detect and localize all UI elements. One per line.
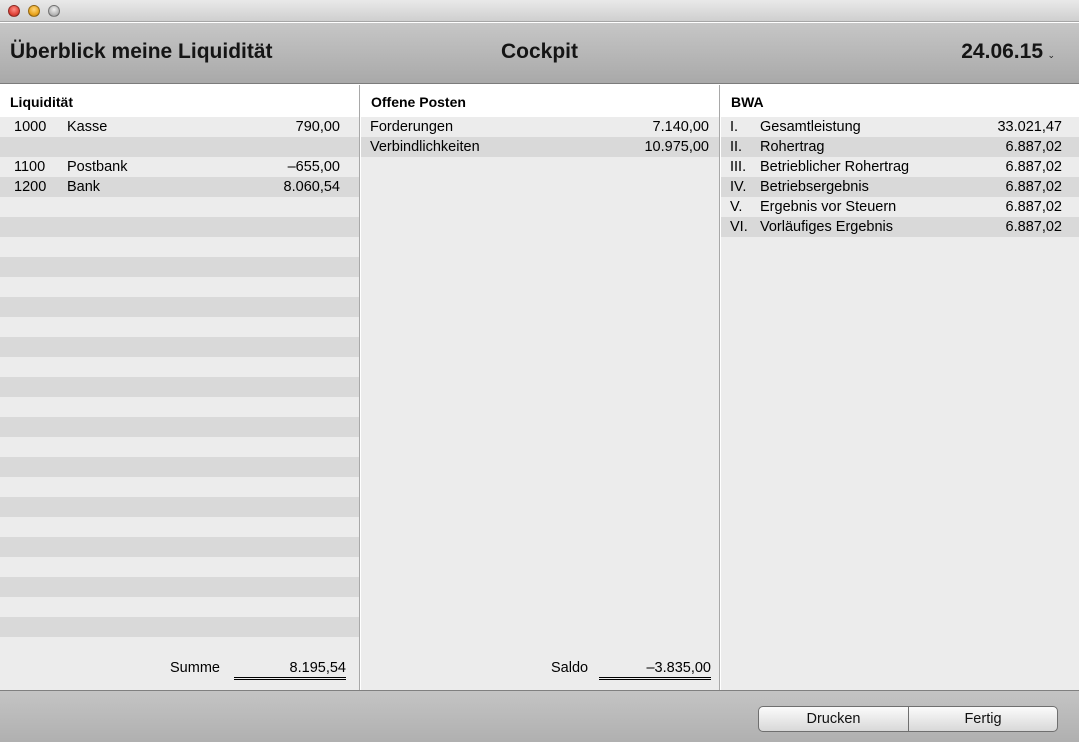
- empty-row: [0, 517, 359, 537]
- empty-row: [0, 297, 359, 317]
- account-amount: –655,00: [287, 159, 340, 175]
- empty-row: [0, 557, 359, 577]
- bwa-name: Vorläufiges Ergebnis: [760, 219, 893, 235]
- bwa-amount: 6.887,02: [1005, 199, 1062, 215]
- account-amount: 790,00: [295, 119, 340, 135]
- bwa-numeral: V.: [730, 199, 743, 215]
- bwa-amount: 33.021,47: [997, 119, 1062, 135]
- empty-row: [0, 317, 359, 337]
- header-bar: Überblick meine Liquidität Cockpit 24.06…: [0, 23, 1079, 84]
- list-item[interactable]: III. Betrieblicher Rohertrag 6.887,02: [721, 157, 1079, 177]
- zoom-window-button[interactable]: [48, 5, 60, 17]
- list-item[interactable]: Forderungen 7.140,00: [361, 117, 719, 137]
- bwa-list: I. Gesamtleistung 33.021,47 II. Rohertra…: [721, 117, 1079, 237]
- summe-label: Summe: [170, 660, 220, 676]
- bwa-amount: 6.887,02: [1005, 139, 1062, 155]
- account-name: Postbank: [67, 159, 128, 175]
- empty-row: [0, 637, 359, 657]
- bwa-name: Betrieblicher Rohertrag: [760, 159, 910, 175]
- list-item[interactable]: I. Gesamtleistung 33.021,47: [721, 117, 1079, 137]
- list-item[interactable]: Verbindlichkeiten 10.975,00: [361, 137, 719, 157]
- bwa-numeral: VI.: [730, 219, 748, 235]
- empty-row: [0, 597, 359, 617]
- list-item[interactable]: 1200 Bank 8.060,54: [0, 177, 359, 197]
- done-button[interactable]: Fertig: [908, 706, 1058, 732]
- empty-row: [0, 337, 359, 357]
- bwa-name: Betriebsergebnis: [760, 179, 869, 195]
- empty-row: [0, 477, 359, 497]
- bwa-name: Gesamtleistung: [760, 119, 861, 135]
- empty-row: [0, 377, 359, 397]
- liquiditaet-panel: Liquidität 1000 Kasse 790,00 1100 Postba…: [0, 85, 360, 690]
- offene-posten-heading: Offene Posten: [361, 85, 719, 117]
- empty-row: [0, 457, 359, 477]
- bwa-numeral: II.: [730, 139, 743, 155]
- bwa-numeral: III.: [730, 159, 747, 175]
- summe-value: 8.195,54: [234, 660, 346, 680]
- empty-row: [0, 497, 359, 517]
- bwa-panel: BWA I. Gesamtleistung 33.021,47 II. Rohe…: [721, 85, 1079, 690]
- empty-row: [0, 437, 359, 457]
- account-number: 1000: [14, 119, 47, 135]
- posten-amount: 7.140,00: [652, 119, 709, 135]
- account-number: 1100: [14, 159, 46, 175]
- posten-name: Verbindlichkeiten: [370, 139, 480, 155]
- posten-amount: 10.975,00: [644, 139, 709, 155]
- bwa-amount: 6.887,02: [1005, 219, 1062, 235]
- list-item[interactable]: [0, 137, 359, 157]
- account-number: 1200: [14, 179, 47, 195]
- window-titlebar: [0, 0, 1079, 22]
- empty-row: [0, 577, 359, 597]
- posten-name: Forderungen: [370, 119, 454, 135]
- footer-bar: Drucken Fertig: [0, 690, 1079, 742]
- bwa-amount: 6.887,02: [1005, 159, 1062, 175]
- empty-row: [0, 217, 359, 237]
- list-item[interactable]: 1000 Kasse 790,00: [0, 117, 359, 137]
- bwa-name: Ergebnis vor Steuern: [760, 199, 897, 215]
- list-item[interactable]: 1100 Postbank –655,00: [0, 157, 359, 177]
- saldo-value: –3.835,00: [599, 660, 711, 680]
- account-name: Bank: [67, 179, 101, 195]
- empty-row: [0, 397, 359, 417]
- liquiditaet-heading: Liquidität: [0, 85, 359, 117]
- list-item[interactable]: II. Rohertrag 6.887,02: [721, 137, 1079, 157]
- saldo-label: Saldo: [551, 660, 589, 676]
- date-selector[interactable]: 24.06.15: [961, 40, 1043, 64]
- offene-posten-panel: Offene Posten Forderungen 7.140,00 Verbi…: [361, 85, 720, 690]
- cockpit-title: Cockpit: [500, 40, 578, 63]
- empty-row: [0, 617, 359, 637]
- empty-row: [0, 197, 359, 217]
- account-name: Kasse: [67, 119, 108, 135]
- empty-row: [0, 237, 359, 257]
- liquiditaet-list: 1000 Kasse 790,00 1100 Postbank –655,00 …: [0, 117, 359, 657]
- bwa-name: Rohertrag: [760, 139, 825, 155]
- chevron-down-icon[interactable]: ⌄: [1047, 50, 1055, 61]
- bwa-amount: 6.887,02: [1005, 179, 1062, 195]
- bwa-numeral: IV.: [730, 179, 747, 195]
- list-item[interactable]: IV. Betriebsergebnis 6.887,02: [721, 177, 1079, 197]
- empty-row: [0, 357, 359, 377]
- empty-row: [0, 257, 359, 277]
- minimize-window-button[interactable]: [28, 5, 40, 17]
- list-item[interactable]: VI. Vorläufiges Ergebnis 6.887,02: [721, 217, 1079, 237]
- panels-area: Liquidität 1000 Kasse 790,00 1100 Postba…: [0, 85, 1079, 690]
- list-item[interactable]: V. Ergebnis vor Steuern 6.887,02: [721, 197, 1079, 217]
- close-window-button[interactable]: [8, 5, 20, 17]
- empty-row: [0, 417, 359, 437]
- empty-row: [0, 277, 359, 297]
- account-amount: 8.060,54: [283, 179, 340, 195]
- empty-row: [0, 537, 359, 557]
- bwa-heading: BWA: [721, 85, 1079, 117]
- offene-posten-list: Forderungen 7.140,00 Verbindlichkeiten 1…: [361, 117, 719, 157]
- bwa-numeral: I.: [730, 119, 739, 135]
- print-button[interactable]: Drucken: [758, 706, 909, 732]
